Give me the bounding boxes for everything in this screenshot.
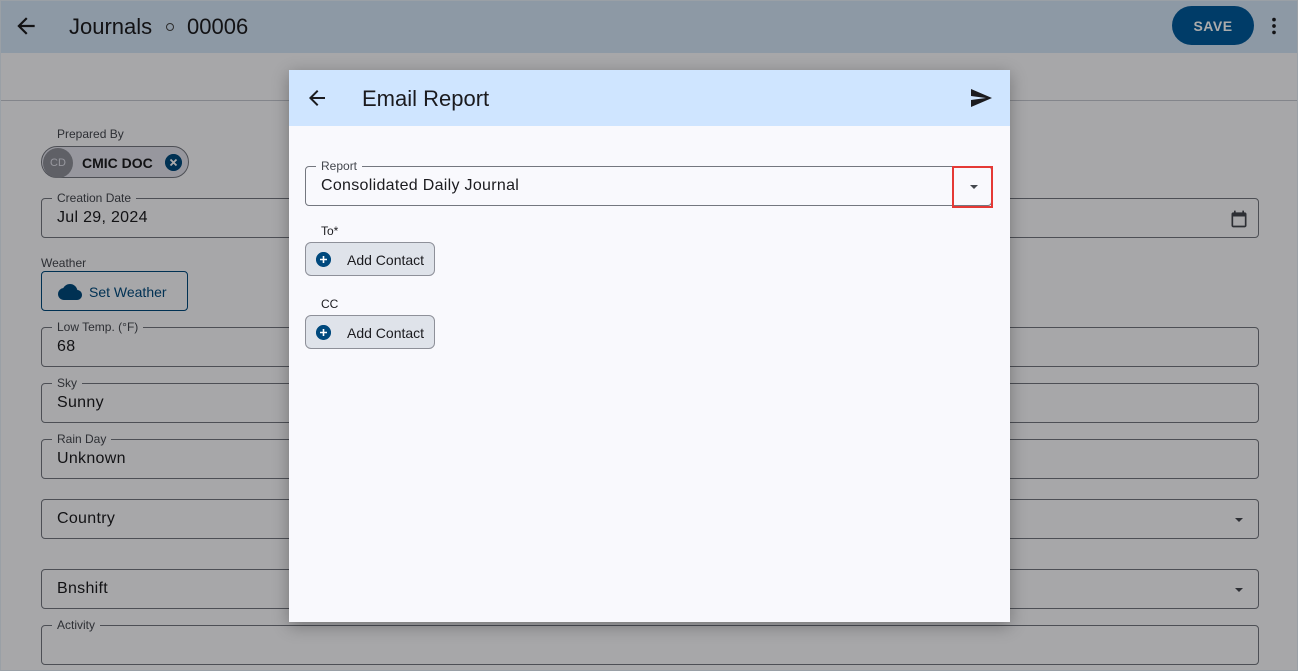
email-report-dialog: Email Report Report Consolidated Daily J… (289, 70, 1010, 622)
send-icon[interactable] (969, 86, 993, 110)
report-value: Consolidated Daily Journal (321, 177, 520, 194)
to-label: To* (321, 224, 339, 238)
dialog-header: Email Report (289, 70, 1010, 126)
app-window: Journals 00006 SAVE Prepared By CD CMIC … (0, 0, 1298, 671)
back-arrow-icon[interactable] (305, 86, 329, 110)
add-circle-icon (316, 252, 331, 267)
add-cc-contact-button[interactable]: Add Contact (305, 315, 435, 349)
add-circle-icon (316, 325, 331, 340)
add-contact-label: Add Contact (347, 252, 425, 268)
report-select[interactable]: Report Consolidated Daily Journal (305, 159, 992, 206)
report-label: Report (316, 159, 363, 173)
add-to-contact-button[interactable]: Add Contact (305, 242, 435, 276)
cc-label: CC (321, 297, 339, 311)
add-contact-label: Add Contact (347, 325, 425, 341)
dropdown-highlight-box (952, 166, 993, 208)
dialog-title: Email Report (362, 86, 490, 111)
